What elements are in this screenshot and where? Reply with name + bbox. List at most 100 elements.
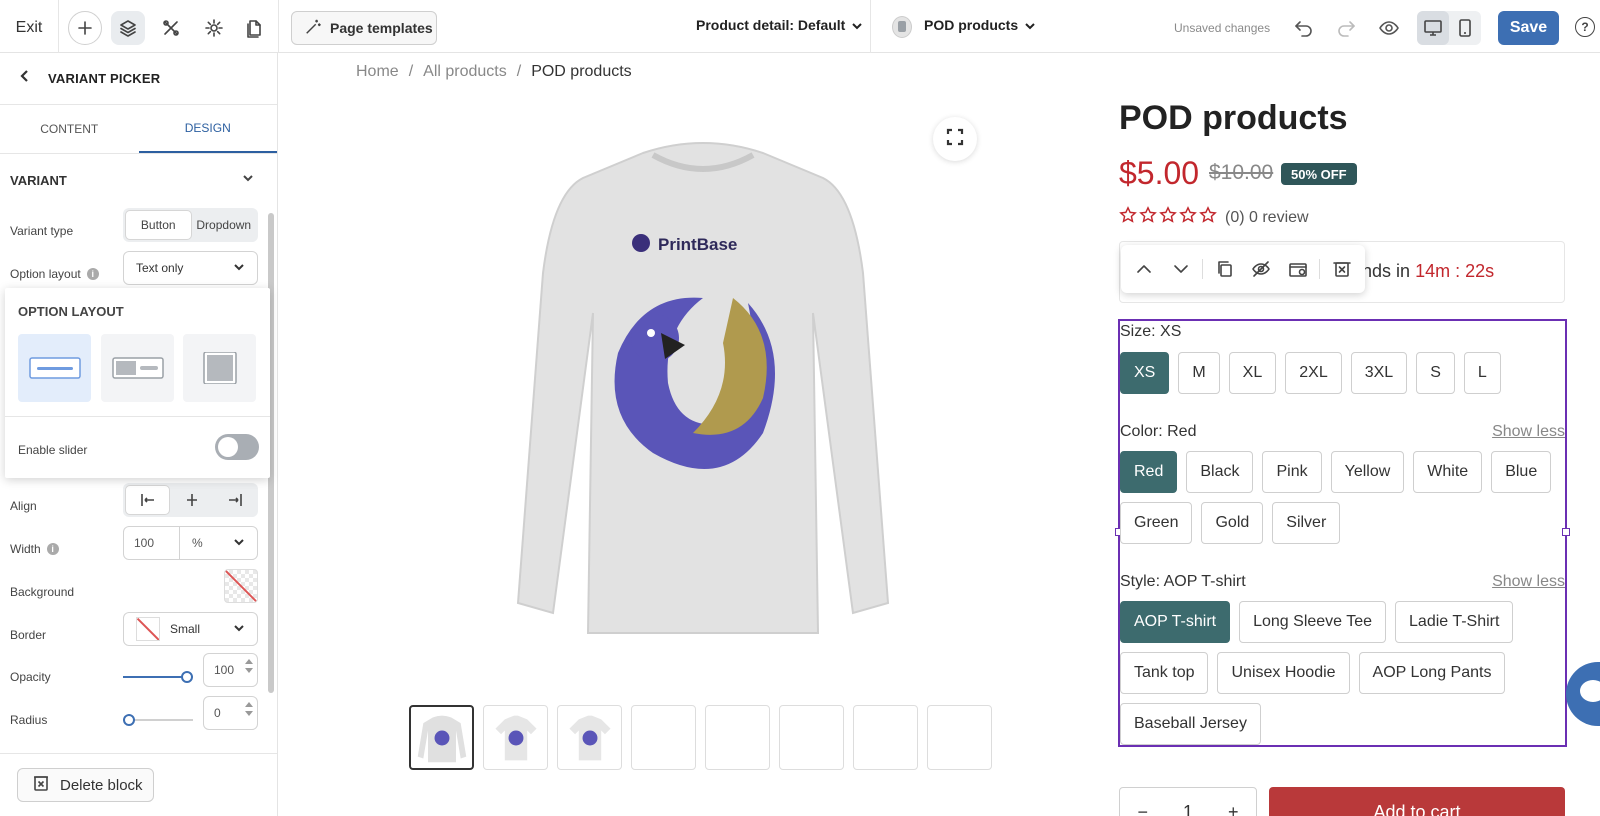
thumbnail[interactable]: [853, 705, 918, 770]
page-selector-dropdown[interactable]: Product detail: Default: [696, 17, 863, 33]
move-up-icon[interactable]: [1129, 253, 1160, 285]
duplicate-icon[interactable]: [1209, 253, 1240, 285]
back-arrow-icon[interactable]: [18, 69, 32, 88]
thumbnail[interactable]: [705, 705, 770, 770]
info-icon[interactable]: i: [86, 268, 99, 280]
info-icon[interactable]: i: [46, 543, 59, 555]
quantity-value[interactable]: 1: [1183, 802, 1193, 816]
page-templates-button[interactable]: Page templates: [291, 11, 437, 45]
background-color-swatch[interactable]: [224, 569, 258, 603]
help-icon[interactable]: ?: [1575, 17, 1595, 37]
layout-text-only-option[interactable]: [18, 334, 91, 402]
decrease-quantity-button[interactable]: −: [1137, 802, 1148, 816]
style-option-chip[interactable]: Long Sleeve Tee: [1239, 601, 1387, 643]
quantity-stepper[interactable]: − 1 +: [1119, 787, 1257, 816]
radius-stepper[interactable]: 0: [203, 696, 258, 730]
color-option-chip[interactable]: Blue: [1491, 451, 1552, 493]
add-to-cart-button[interactable]: Add to cart: [1269, 787, 1565, 816]
color-option-chip[interactable]: Silver: [1272, 502, 1341, 544]
thumbnail[interactable]: [409, 705, 474, 770]
style-option-chip[interactable]: Unisex Hoodie: [1217, 652, 1350, 694]
size-option-chip[interactable]: S: [1416, 352, 1455, 394]
size-option-chip[interactable]: XL: [1228, 352, 1277, 394]
delete-icon[interactable]: [1326, 253, 1357, 285]
save-button[interactable]: Save: [1498, 11, 1559, 45]
layout-image-text-option[interactable]: [101, 334, 174, 402]
breadcrumb-all-products[interactable]: All products: [423, 63, 507, 81]
move-down-icon[interactable]: [1166, 253, 1197, 285]
tab-content[interactable]: CONTENT: [0, 105, 139, 153]
style-show-less-link[interactable]: Show less: [1492, 573, 1565, 591]
delete-block-button[interactable]: Delete block: [17, 768, 154, 802]
option-layout-select[interactable]: Text only: [123, 251, 258, 285]
style-option-chip[interactable]: Ladie T-Shirt: [1395, 601, 1514, 643]
tools-icon[interactable]: [154, 11, 188, 45]
product-rating[interactable]: (0) 0 review: [1119, 206, 1309, 229]
layers-icon[interactable]: [111, 11, 145, 45]
increase-quantity-button[interactable]: +: [1228, 802, 1239, 816]
add-icon[interactable]: [68, 11, 102, 45]
chat-widget-icon[interactable]: [1566, 662, 1600, 726]
style-option-chip[interactable]: AOP Long Pants: [1358, 652, 1506, 694]
style-option-chip[interactable]: Baseball Jersey: [1120, 703, 1261, 745]
stepper-arrows[interactable]: [245, 659, 253, 673]
style-option-chip[interactable]: Tank top: [1120, 652, 1209, 694]
star-icon: [1139, 206, 1157, 229]
fullscreen-button[interactable]: [933, 117, 977, 161]
thumbnail[interactable]: [483, 705, 548, 770]
color-option-chip[interactable]: White: [1413, 451, 1483, 493]
color-option-chip[interactable]: Yellow: [1330, 451, 1405, 493]
thumbnail[interactable]: [779, 705, 844, 770]
undo-icon[interactable]: [1289, 13, 1319, 43]
variant-picker-block[interactable]: Size: XS XS M XL 2XL 3XL S L Color: Red Show l…: [1115, 319, 1570, 747]
style-option-chip[interactable]: AOP T-shirt: [1120, 601, 1231, 643]
color-show-less-link[interactable]: Show less: [1492, 423, 1565, 441]
chevron-down-icon: [233, 536, 245, 551]
align-center-icon[interactable]: [170, 485, 213, 515]
breadcrumb-home[interactable]: Home: [356, 63, 399, 81]
thumbnail[interactable]: [927, 705, 992, 770]
layout-image-only-option[interactable]: [183, 334, 256, 402]
border-select[interactable]: Small: [123, 612, 258, 646]
width-input[interactable]: 100 %: [123, 526, 258, 560]
radius-slider[interactable]: [123, 713, 193, 727]
exit-button[interactable]: Exit: [6, 14, 52, 42]
color-option-chip[interactable]: Pink: [1262, 451, 1322, 493]
size-option-chip[interactable]: 3XL: [1350, 352, 1408, 394]
product-selector-dropdown[interactable]: POD products: [924, 17, 1036, 33]
thumbnail[interactable]: [557, 705, 622, 770]
variant-section-header[interactable]: VARIANT: [10, 171, 255, 190]
slider-knob[interactable]: [123, 714, 135, 726]
size-option-chip[interactable]: L: [1463, 352, 1501, 394]
desktop-icon[interactable]: [1417, 11, 1449, 45]
opacity-stepper[interactable]: 100: [203, 653, 258, 687]
color-option-chip[interactable]: Black: [1186, 451, 1254, 493]
size-option-chip[interactable]: 2XL: [1285, 352, 1342, 394]
mobile-icon[interactable]: [1449, 11, 1481, 45]
opacity-slider[interactable]: [123, 670, 193, 684]
size-option-chip[interactable]: M: [1178, 352, 1220, 394]
save-as-template-icon[interactable]: [1283, 253, 1314, 285]
pages-icon[interactable]: [237, 11, 271, 45]
redo-icon[interactable]: [1331, 13, 1361, 43]
hide-eye-icon[interactable]: [1246, 253, 1277, 285]
gear-icon[interactable]: [197, 11, 231, 45]
size-option-chip[interactable]: XS: [1120, 352, 1170, 394]
panel-tabs: CONTENT DESIGN: [0, 105, 277, 154]
width-unit-select[interactable]: %: [180, 527, 257, 559]
tab-design[interactable]: DESIGN: [138, 105, 277, 153]
color-option-chip[interactable]: Red: [1120, 451, 1178, 493]
color-option-chip[interactable]: Gold: [1201, 502, 1264, 544]
product-main-image[interactable]: PrintBase: [493, 133, 913, 693]
thumbnail[interactable]: [631, 705, 696, 770]
width-value[interactable]: 100: [124, 527, 180, 559]
align-right-icon[interactable]: [213, 485, 256, 515]
variant-type-dropdown-option[interactable]: Dropdown: [192, 210, 257, 240]
slider-knob[interactable]: [181, 671, 193, 683]
variant-type-button-option[interactable]: Button: [125, 210, 192, 240]
enable-slider-toggle[interactable]: [215, 434, 259, 460]
align-left-icon[interactable]: [125, 485, 170, 515]
preview-eye-icon[interactable]: [1374, 13, 1404, 43]
stepper-arrows[interactable]: [245, 702, 253, 716]
color-option-chip[interactable]: Green: [1120, 502, 1193, 544]
